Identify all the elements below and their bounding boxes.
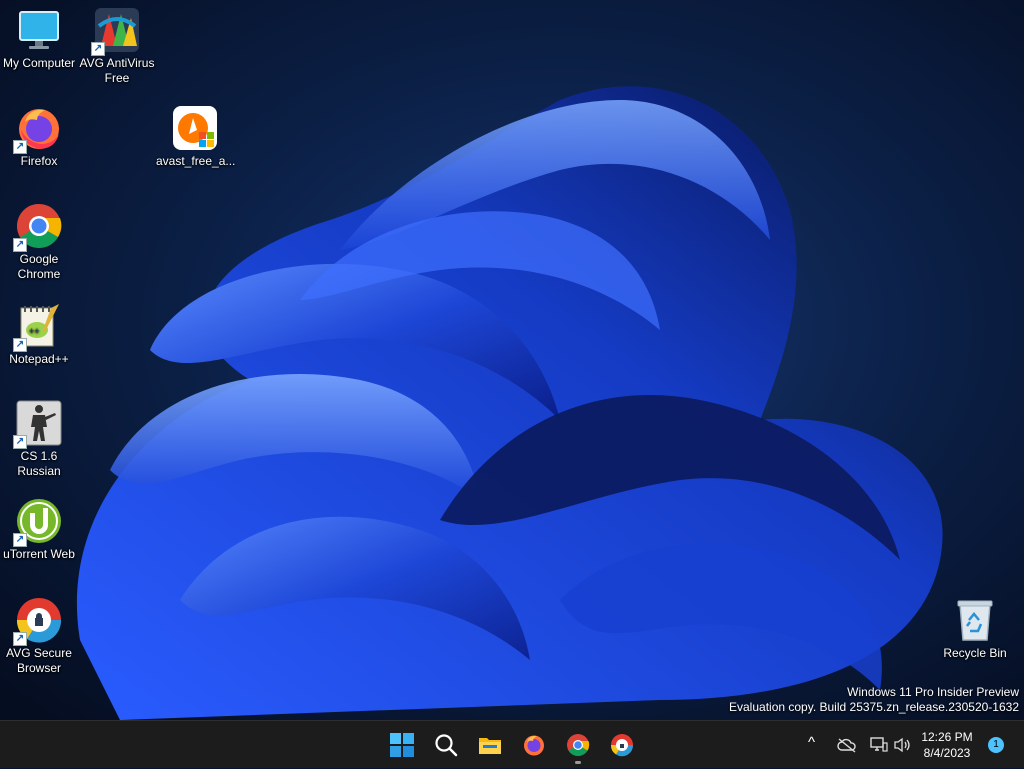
chrome-taskbar-button[interactable] [558,725,598,765]
firefox-taskbar-button[interactable] [514,725,554,765]
search-button[interactable] [426,725,466,765]
clock-date: 8/4/2023 [923,746,971,760]
chrome-icon: ↗ [13,202,63,252]
avg-secure-browser-icon: ↗ [13,596,63,646]
evaluation-watermark: Windows 11 Pro Insider Preview Evaluatio… [729,685,1019,715]
volume-button[interactable] [892,721,914,769]
utorrent-icon: ↗ [13,497,63,547]
shortcut-arrow-icon: ↗ [13,533,27,547]
cloud-offline-icon [837,738,856,753]
shortcut-arrow-icon: ↗ [13,632,27,646]
search-icon [435,734,458,757]
watermark-line-build: Evaluation copy. Build 25375.zn_release.… [729,700,1019,714]
desktop-icon-notepad-plus-plus[interactable]: ++ ↗ Notepad++ [0,302,79,367]
desktop-icon-avg-antivirus[interactable]: ↗ AVG AntiVirus Free [77,6,157,86]
start-button[interactable] [382,725,422,765]
watermark-line-edition: Windows 11 Pro Insider Preview [847,685,1019,699]
speaker-icon [894,737,910,753]
desktop-icon-firefox[interactable]: ↗ Firefox [0,104,79,169]
desktop-icon-label: AVG AntiVirus Free [79,56,155,85]
chevron-up-icon: ^ [808,734,816,751]
desktop-icon-label: uTorrent Web [3,547,75,561]
taskbar: ^ 12:26 PM 8/4/2023 1 [0,720,1024,768]
notification-badge[interactable]: 1 [988,737,1004,753]
notepad-plus-plus-icon: ++ ↗ [13,302,63,352]
network-button[interactable] [866,721,892,769]
avg-secure-browser-taskbar-button[interactable] [602,725,642,765]
desktop-icon-avg-secure-browser[interactable]: ↗ AVG Secure Browser [0,596,79,676]
desktop-icon-label: Notepad++ [9,352,69,366]
desktop-wallpaper [0,0,1024,720]
desktop-icon-label: avast_free_a... [156,154,236,168]
desktop-icon-utorrent-web[interactable]: ↗ uTorrent Web [0,497,79,562]
desktop-icon-label: AVG Secure Browser [6,646,72,675]
running-indicator [575,761,581,764]
shortcut-arrow-icon: ↗ [13,238,27,252]
desktop-icon-avast-installer[interactable]: avast_free_a... [155,104,235,169]
svg-text:++: ++ [29,326,40,336]
chrome-icon [567,734,590,756]
desktop-icon-my-computer[interactable]: My Computer [0,6,79,71]
avg-secure-browser-icon [610,734,634,757]
desktop-icon-label: Recycle Bin [943,646,1007,660]
avast-installer-icon [171,104,219,152]
recycle-bin-icon [951,596,999,644]
file-explorer-button[interactable] [470,725,510,765]
desktop-icon-label: Firefox [20,154,58,168]
monitor-icon [15,6,63,54]
firefox-icon [524,735,544,756]
desktop-icon-label: Google Chrome [17,252,61,281]
desktop-icon-recycle-bin[interactable]: Recycle Bin [935,596,1015,661]
onedrive-button[interactable] [834,721,860,769]
shortcut-arrow-icon: ↗ [13,435,27,449]
network-icon [870,737,888,752]
desktop-icon-label: My Computer [2,56,76,70]
desktop-icon-cs-16-russian[interactable]: ↗ CS 1.6 Russian [0,399,79,479]
avg-antivirus-icon: ↗ [91,6,141,56]
shortcut-arrow-icon: ↗ [13,338,27,352]
counter-strike-icon: ↗ [13,399,63,449]
shortcut-arrow-icon: ↗ [13,140,27,154]
file-explorer-icon [479,738,501,754]
tray-overflow-button[interactable]: ^ [802,721,826,769]
desktop-icon-label: CS 1.6 Russian [17,449,61,478]
desktop-icon-google-chrome[interactable]: ↗ Google Chrome [0,202,79,282]
start-icon [390,733,414,757]
firefox-icon: ↗ [13,104,63,154]
clock-time: 12:26 PM [921,730,973,744]
clock-button[interactable]: 12:26 PM 8/4/2023 [917,729,977,761]
shortcut-arrow-icon: ↗ [91,42,105,56]
